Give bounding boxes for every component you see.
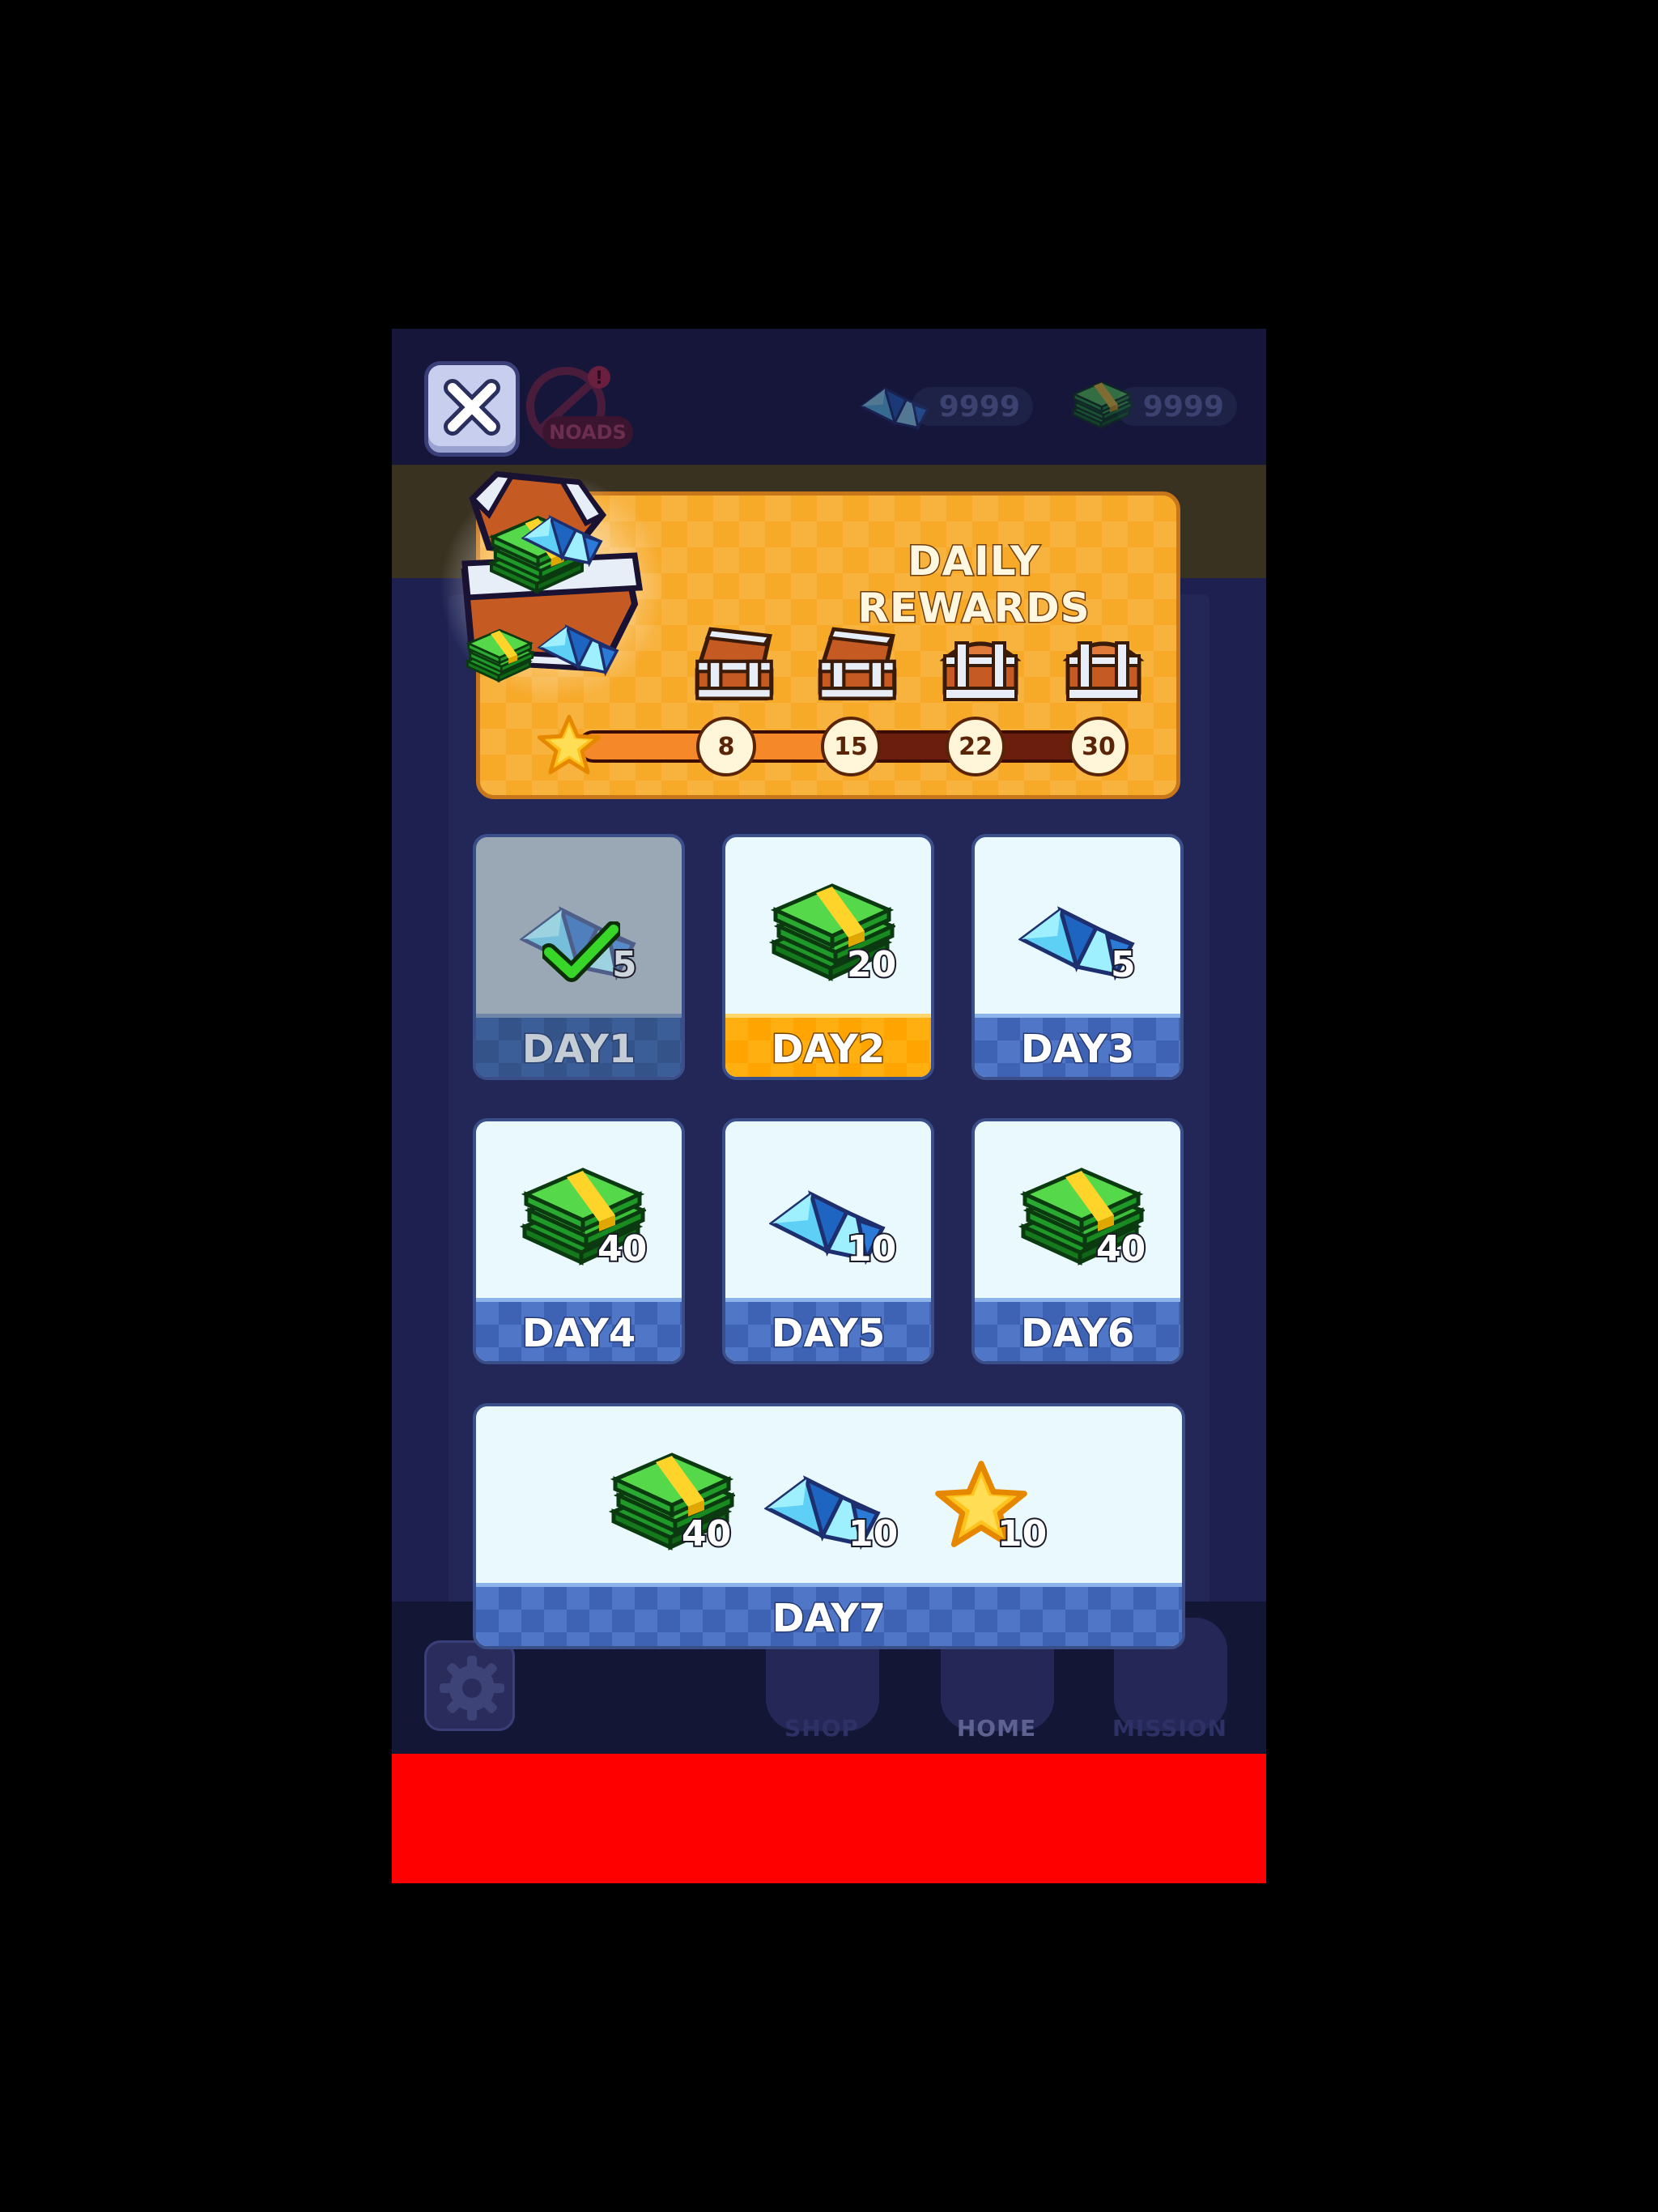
day-label: DAY5 xyxy=(770,1310,886,1358)
nav-home-label: HOME xyxy=(956,1715,1037,1742)
reward-quantity: 40 xyxy=(680,1512,733,1556)
nav-mission-label: MISSION xyxy=(1112,1715,1227,1742)
day-card-1[interactable]: 5 DAY1 xyxy=(473,834,685,1080)
reward-quantity: 40 xyxy=(1095,1227,1147,1271)
reward-quantity: 20 xyxy=(845,942,898,987)
chest-icon xyxy=(940,632,1021,704)
day-label: DAY6 xyxy=(1019,1310,1136,1358)
day-label: DAY1 xyxy=(521,1026,637,1074)
cash-counter: 9999 xyxy=(1116,387,1237,426)
chest-icon xyxy=(1063,632,1144,704)
gem-hud-icon xyxy=(860,387,929,429)
game-viewport: SHOP HOME MISSION ! NOADS 9999 9999 DAIL… xyxy=(392,329,1266,1882)
milestone-30: 30 xyxy=(1069,717,1129,776)
day-label: DAY2 xyxy=(770,1026,886,1074)
reward-quantity: 10 xyxy=(847,1512,899,1556)
day-label: DAY4 xyxy=(521,1310,637,1358)
svg-text:!: ! xyxy=(595,368,603,389)
day-card-2[interactable]: 20 DAY2 xyxy=(722,834,934,1080)
gear-icon xyxy=(440,1656,504,1721)
chest-open-icon xyxy=(815,625,899,706)
daily-rewards-title: DAILY REWARDS xyxy=(857,537,1090,633)
milestone-15: 15 xyxy=(821,717,881,776)
day-card-3[interactable]: 5 DAY3 xyxy=(971,834,1184,1080)
day-card-4[interactable]: 40 DAY4 xyxy=(473,1118,685,1364)
checkmark-icon xyxy=(542,921,620,982)
chest-open-icon xyxy=(692,625,776,706)
noads-label: NOADS xyxy=(542,416,633,449)
reward-quantity: 5 xyxy=(1109,942,1137,987)
close-button[interactable] xyxy=(424,361,520,457)
reward-quantity: 10 xyxy=(996,1512,1048,1556)
ad-banner[interactable] xyxy=(392,1754,1266,1883)
milestone-22: 22 xyxy=(946,717,1005,776)
day-card-5[interactable]: 10 DAY5 xyxy=(722,1118,934,1364)
cash-hud-icon xyxy=(1072,381,1133,429)
reward-quantity: 40 xyxy=(596,1227,648,1271)
reward-quantity: 10 xyxy=(845,1227,898,1271)
settings-button[interactable] xyxy=(424,1640,515,1731)
day-label: DAY3 xyxy=(1019,1026,1136,1074)
cash-count: 9999 xyxy=(1142,389,1224,423)
star-icon xyxy=(537,714,602,779)
day-card-7[interactable]: 40 10 10 DAY7 xyxy=(473,1403,1185,1649)
nav-shop-label: SHOP xyxy=(784,1715,859,1742)
day-card-6[interactable]: 40 DAY6 xyxy=(971,1118,1184,1364)
treasure-chest-icon xyxy=(440,470,667,701)
close-icon xyxy=(444,379,500,436)
milestone-8: 8 xyxy=(696,717,756,776)
gems-count: 9999 xyxy=(938,389,1020,423)
reward-quantity: 5 xyxy=(610,942,639,987)
day-label: DAY7 xyxy=(771,1595,887,1643)
